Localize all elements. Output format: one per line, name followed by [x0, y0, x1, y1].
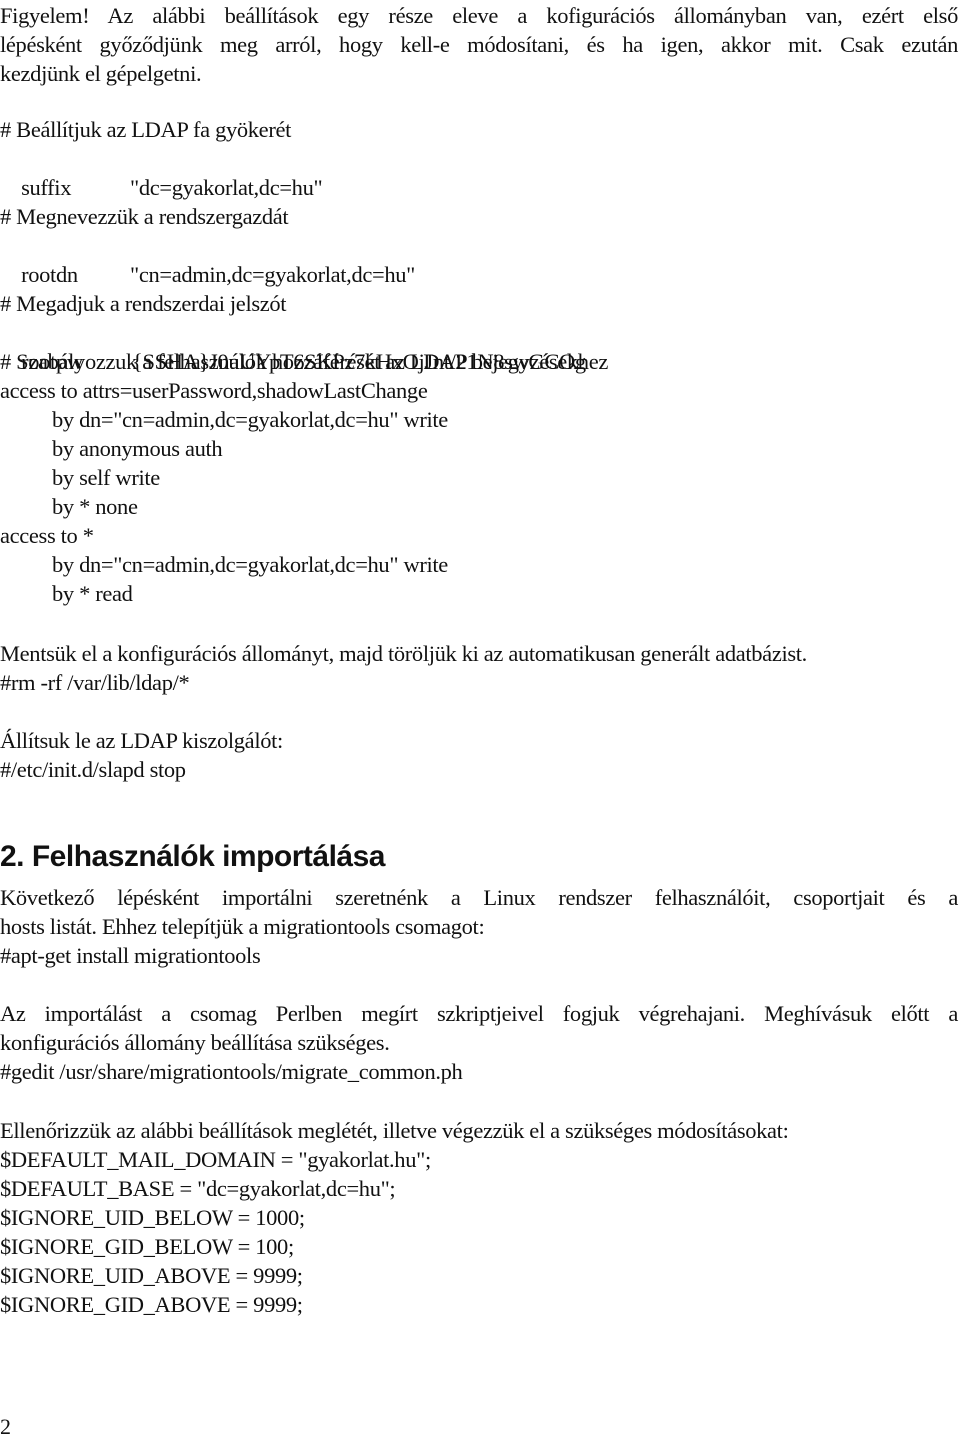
command-line: #gedit /usr/share/migrationtools/migrate…: [0, 1059, 463, 1084]
config-key: suffix: [21, 175, 72, 200]
setting-line: $DEFAULT_BASE = "dc=gyakorlat,dc=hu";: [0, 1176, 396, 1201]
config-access-by: by * none: [52, 494, 138, 519]
stop-step-text: Állítsuk le az LDAP kiszolgálót:: [0, 728, 283, 753]
intro-line: kezdjünk el gépelgetni.: [0, 61, 202, 86]
config-access-by: by self write: [52, 465, 160, 490]
page-number: 2: [0, 1414, 11, 1439]
intro-line: Figyelem! Az alábbi beállítások egy rész…: [0, 3, 958, 28]
paragraph-line: Az importálást a csomag Perlben megírt s…: [0, 1001, 958, 1026]
config-access-by: by dn="cn=admin,dc=gyakorlat,dc=hu" writ…: [52, 407, 448, 432]
section-heading: 2. Felhasználók importálása: [0, 840, 385, 873]
paragraph-line: Következő lépésként importálni szeretnén…: [0, 885, 958, 910]
config-access-rule: access to *: [0, 523, 94, 548]
paragraph-line: hosts listát. Ehhez telepítjük a migrati…: [0, 914, 485, 939]
config-key: rootdn: [21, 262, 78, 287]
setting-line: $IGNORE_GID_ABOVE = 9999;: [0, 1292, 303, 1317]
command-line: #apt-get install migrationtools: [0, 943, 261, 968]
config-comment: # Megnevezzük a rendszergazdát: [0, 204, 289, 229]
setting-line: $IGNORE_GID_BELOW = 100;: [0, 1234, 294, 1259]
command-line: #rm -rf /var/lib/ldap/*: [0, 670, 190, 695]
config-access-by: by anonymous auth: [52, 436, 223, 461]
config-comment: # Megadjuk a rendszerdai jelszót: [0, 291, 287, 316]
config-value: "cn=admin,dc=gyakorlat,dc=hu": [130, 262, 415, 287]
setting-line: $IGNORE_UID_ABOVE = 9999;: [0, 1263, 303, 1288]
intro-line: lépésként győződjünk meg arról, hogy kel…: [0, 32, 958, 57]
config-comment: # Szabályozzuk a felhasználók hozzáférés…: [0, 349, 608, 374]
save-step-text: Mentsük el a konfigurációs állományt, ma…: [0, 641, 807, 666]
config-access-by: by * read: [52, 581, 133, 606]
config-value: "dc=gyakorlat,dc=hu": [130, 175, 323, 200]
config-access-rule: access to attrs=userPassword,shadowLastC…: [0, 378, 428, 403]
config-comment: # Beállítjuk az LDAP fa gyökerét: [0, 117, 292, 142]
setting-line: $IGNORE_UID_BELOW = 1000;: [0, 1205, 305, 1230]
paragraph-line: Ellenőrizzük az alábbi beállítások meglé…: [0, 1118, 789, 1143]
command-line: #/etc/init.d/slapd stop: [0, 757, 186, 782]
paragraph-line: konfigurációs állomány beállítása szüksé…: [0, 1030, 390, 1055]
setting-line: $DEFAULT_MAIL_DOMAIN = "gyakorlat.hu";: [0, 1147, 431, 1172]
config-access-by: by dn="cn=admin,dc=gyakorlat,dc=hu" writ…: [52, 552, 448, 577]
